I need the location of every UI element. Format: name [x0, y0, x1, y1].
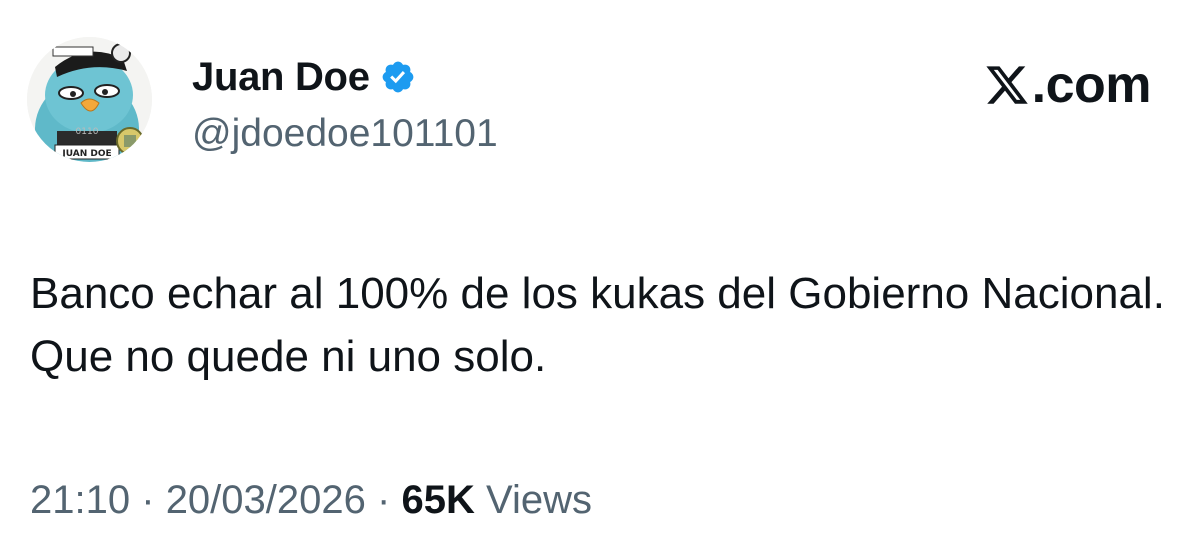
- avatar-image: 0110 JUAN DOE: [27, 37, 152, 162]
- avatar-caption: JUAN DOE: [61, 149, 111, 159]
- x-logo-icon: [984, 62, 1030, 108]
- brand-logo: .com: [984, 56, 1152, 114]
- author-name-row: Juan Doe: [192, 51, 416, 103]
- user-handle[interactable]: @jdoedoe101101: [192, 112, 498, 156]
- brand-text: .com: [1031, 56, 1152, 114]
- verified-badge-icon: [380, 59, 416, 95]
- views-count: 65K: [401, 478, 475, 522]
- tweet-date[interactable]: 20/03/2026: [166, 478, 366, 522]
- tweet-text: Banco echar al 100% de los kukas del Gob…: [30, 269, 1165, 381]
- tweet-time[interactable]: 21:10: [30, 478, 130, 522]
- meta-separator: ·: [141, 478, 155, 522]
- meta-separator: ·: [377, 478, 391, 522]
- tweet-meta: 21:10 · 20/03/2026 · 65K Views: [30, 478, 592, 522]
- avatar[interactable]: 0110 JUAN DOE: [27, 37, 152, 162]
- display-name[interactable]: Juan Doe: [192, 57, 370, 97]
- avatar-sign-number: 0110: [76, 127, 99, 137]
- views-label: Views: [485, 478, 592, 522]
